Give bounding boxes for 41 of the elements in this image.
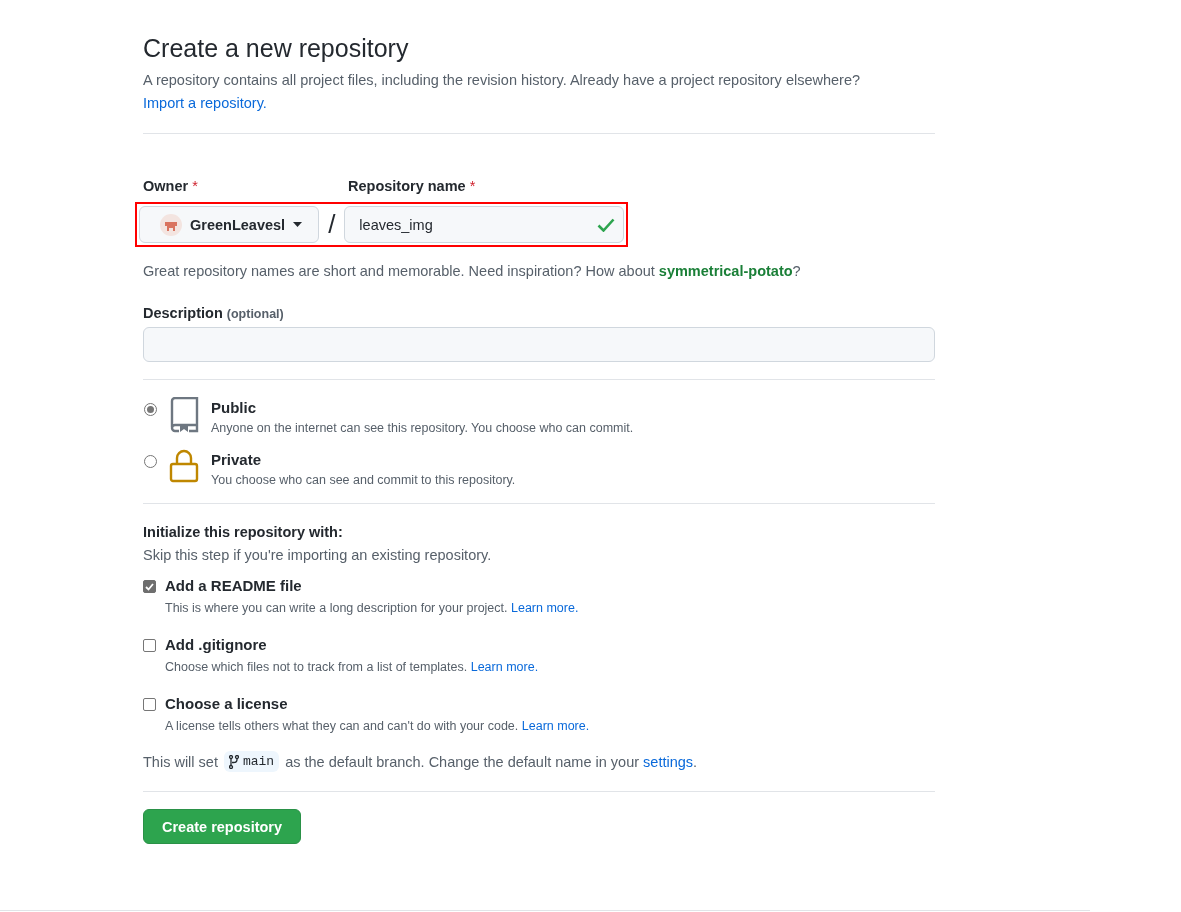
option-checkbox[interactable]	[143, 639, 156, 652]
learn-more-link[interactable]: Learn more.	[511, 601, 579, 615]
visibility-radio[interactable]	[144, 403, 157, 416]
option-title: Choose a license	[165, 694, 289, 714]
caret-icon	[293, 222, 303, 227]
option-title: Add .gitignore	[165, 635, 268, 655]
intro-text: A repository contains all project files, including the revision history. Already have a project repository elsewhere? Import a repository.	[143, 71, 862, 113]
option-checkbox[interactable]	[143, 580, 156, 593]
create-repository-button[interactable]: Create repository	[143, 809, 302, 844]
branch-note-text: This will set	[143, 753, 218, 770]
book-icon	[169, 397, 199, 433]
option-description: A license tells others what they can and can't do with your code. Learn more.	[165, 718, 590, 735]
initialize-heading: Initialize this repository with:	[143, 523, 344, 542]
option-description: Choose which files not to track from a list of templates. Learn more.	[165, 659, 539, 676]
repository-name-label: Repository name *	[348, 178, 476, 194]
visibility-title: Private	[211, 450, 263, 470]
learn-more-link[interactable]: Learn more.	[470, 660, 539, 674]
owner-label: Owner *	[143, 178, 199, 194]
visibility-radio[interactable]	[144, 455, 157, 468]
page-title: Create a new repository	[143, 34, 410, 63]
learn-more-link[interactable]: Learn more.	[521, 719, 590, 733]
option-title: Add a README file	[165, 576, 303, 596]
branch-icon	[228, 754, 239, 769]
name-hint-text: Great repository names are short and memorable. Need inspiration? How about symmetrical-potato?	[143, 262, 802, 281]
import-link[interactable]: Import a repository.	[143, 95, 267, 111]
lock-icon	[169, 449, 199, 483]
branch-tag: main	[223, 751, 280, 772]
name-suggestion-link[interactable]: symmetrical-potato	[658, 263, 793, 279]
visibility-description: You choose who can see and commit to this repository.	[211, 472, 516, 489]
path-separator: /	[328, 209, 336, 240]
branch-note-text: as the default branch. Change the default name in your settings.	[285, 753, 698, 770]
avatar-icon	[160, 213, 182, 236]
owner-dropdown[interactable]: GreenLeavesl	[139, 206, 320, 243]
initialize-subheading: Skip this step if you're importing an existing repository.	[143, 546, 493, 565]
description-field[interactable]	[143, 327, 935, 362]
option-description: This is where you can write a long description for your project. Learn more.	[165, 600, 579, 617]
repository-name-field[interactable]: leaves_img	[344, 206, 625, 243]
visibility-description: Anyone on the internet can see this repository. You choose who can commit.	[211, 420, 634, 437]
visibility-title: Public	[211, 398, 257, 418]
option-checkbox[interactable]	[143, 698, 156, 711]
description-label: Description (optional)	[143, 305, 285, 321]
